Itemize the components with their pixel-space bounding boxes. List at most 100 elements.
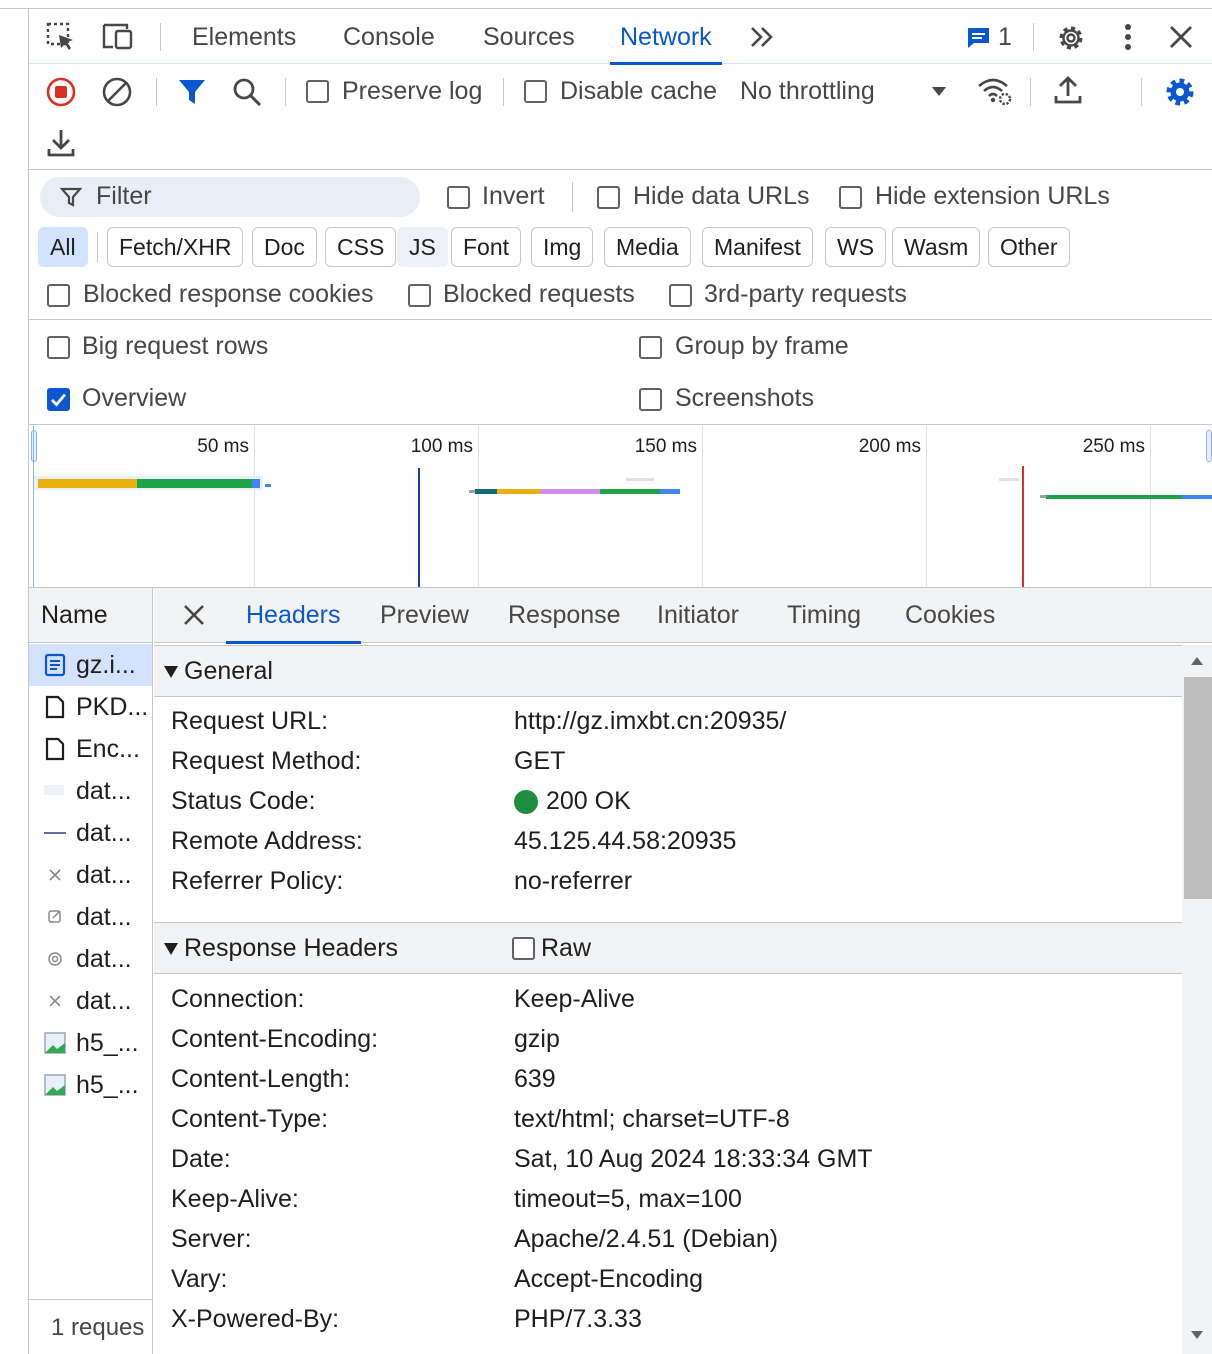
type-filter-css[interactable]: CSS bbox=[325, 227, 397, 267]
group-by-frame-label[interactable]: Group by frame bbox=[675, 332, 849, 361]
search-icon[interactable] bbox=[231, 76, 263, 108]
type-filter-doc[interactable]: Doc bbox=[252, 227, 317, 267]
type-filter-ws[interactable]: WS bbox=[825, 227, 887, 267]
name-column-header[interactable]: Name bbox=[29, 588, 152, 643]
tab-network[interactable]: Network bbox=[610, 9, 722, 65]
overview-label[interactable]: Overview bbox=[82, 384, 186, 413]
preserve-log-checkbox[interactable] bbox=[306, 80, 329, 103]
filter-input[interactable]: Filter bbox=[40, 177, 420, 217]
type-filter-fetch-xhr[interactable]: Fetch/XHR bbox=[107, 227, 244, 267]
hide-extension-urls-label[interactable]: Hide extension URLs bbox=[875, 182, 1110, 211]
device-toolbar-icon[interactable] bbox=[101, 21, 135, 53]
type-filter-font[interactable]: Font bbox=[451, 227, 522, 267]
blocked-requests-checkbox[interactable] bbox=[408, 284, 431, 307]
scroll-up-arrow-icon[interactable] bbox=[1190, 655, 1204, 667]
screenshots-checkbox[interactable] bbox=[639, 388, 662, 411]
tab-timing[interactable]: Timing bbox=[767, 588, 881, 643]
tab-headers[interactable]: Headers bbox=[226, 588, 361, 644]
type-filter-wasm[interactable]: Wasm bbox=[892, 227, 981, 267]
more-tabs-icon[interactable] bbox=[747, 22, 777, 52]
type-filter-img[interactable]: Img bbox=[531, 227, 594, 267]
issues-icon[interactable] bbox=[965, 25, 993, 51]
separator bbox=[1033, 23, 1034, 51]
type-filter-other[interactable]: Other bbox=[988, 227, 1070, 267]
scroll-down-arrow-icon[interactable] bbox=[1190, 1329, 1204, 1341]
request-row[interactable]: dat... bbox=[29, 938, 152, 980]
overview-request-bar bbox=[137, 479, 252, 488]
tab-sources[interactable]: Sources bbox=[473, 9, 585, 64]
request-row[interactable]: dat... bbox=[29, 896, 152, 938]
third-party-requests-label[interactable]: 3rd-party requests bbox=[704, 280, 907, 309]
overview-request-bar bbox=[660, 489, 680, 494]
type-filter-media[interactable]: Media bbox=[604, 227, 691, 267]
response-headers-section-header[interactable]: Response Headers bbox=[154, 922, 1182, 974]
hide-data-urls-checkbox[interactable] bbox=[597, 186, 620, 209]
disable-cache-checkbox[interactable] bbox=[524, 80, 547, 103]
record-stop-icon[interactable] bbox=[45, 76, 77, 108]
separator bbox=[503, 78, 504, 106]
blocked-response-cookies-checkbox[interactable] bbox=[47, 284, 70, 307]
overview-tick-label: 50 ms bbox=[197, 436, 249, 457]
throttling-select[interactable]: No throttling bbox=[740, 77, 875, 106]
request-row[interactable]: dat... bbox=[29, 770, 152, 812]
overview-timeline[interactable]: 50 ms 100 ms 150 ms 200 ms 250 ms bbox=[29, 426, 1212, 588]
settings-gear-icon[interactable] bbox=[1054, 21, 1088, 55]
third-party-requests-checkbox[interactable] bbox=[669, 284, 692, 307]
request-row[interactable]: h5_... bbox=[29, 1022, 152, 1064]
request-row[interactable]: dat... bbox=[29, 980, 152, 1022]
request-row[interactable]: h5_... bbox=[29, 1064, 152, 1106]
tab-initiator[interactable]: Initiator bbox=[637, 588, 759, 643]
response-headers-title: Response Headers bbox=[184, 934, 399, 962]
image-file-icon bbox=[44, 1074, 66, 1096]
filter-funnel-icon[interactable] bbox=[176, 76, 208, 108]
tab-preview[interactable]: Preview bbox=[360, 588, 489, 643]
disable-cache-label[interactable]: Disable cache bbox=[560, 77, 717, 106]
tab-elements[interactable]: Elements bbox=[182, 9, 306, 64]
network-settings-icon[interactable] bbox=[1163, 75, 1197, 109]
scrollbar-thumb[interactable] bbox=[1184, 677, 1212, 899]
chevron-down-icon[interactable] bbox=[930, 82, 948, 100]
request-row[interactable]: Enc... bbox=[29, 728, 152, 770]
type-filter-all[interactable]: All bbox=[38, 227, 88, 267]
overview-right-handle[interactable] bbox=[1206, 430, 1212, 462]
issues-count[interactable]: 1 bbox=[998, 23, 1012, 52]
more-options-icon[interactable] bbox=[1116, 21, 1140, 53]
request-row[interactable]: dat... bbox=[29, 812, 152, 854]
import-har-icon[interactable] bbox=[1053, 74, 1083, 106]
invert-label[interactable]: Invert bbox=[482, 182, 545, 211]
type-filter-manifest[interactable]: Manifest bbox=[702, 227, 813, 267]
export-har-icon[interactable] bbox=[46, 127, 76, 159]
raw-label[interactable]: Raw bbox=[541, 934, 591, 963]
request-row[interactable]: PKD... bbox=[29, 686, 152, 728]
preserve-log-label[interactable]: Preserve log bbox=[342, 77, 482, 106]
blocked-response-cookies-label[interactable]: Blocked response cookies bbox=[83, 280, 373, 309]
blocked-requests-label[interactable]: Blocked requests bbox=[443, 280, 635, 309]
request-row[interactable]: gz.i... bbox=[29, 644, 152, 686]
inspect-element-icon[interactable] bbox=[45, 21, 77, 53]
overview-tick-label: 200 ms bbox=[858, 436, 921, 457]
header-value: 45.125.44.58:20935 bbox=[514, 827, 737, 855]
overview-checkbox[interactable] bbox=[47, 388, 70, 411]
invert-checkbox[interactable] bbox=[447, 186, 470, 209]
tab-response[interactable]: Response bbox=[488, 588, 641, 643]
hide-data-urls-label[interactable]: Hide data URLs bbox=[633, 182, 809, 211]
clear-log-icon[interactable] bbox=[101, 76, 133, 108]
headers-scrollbar[interactable] bbox=[1182, 645, 1212, 1354]
close-detail-icon[interactable] bbox=[180, 601, 208, 629]
network-conditions-icon[interactable] bbox=[976, 75, 1012, 107]
request-row[interactable]: dat... bbox=[29, 854, 152, 896]
header-value: Sat, 10 Aug 2024 18:33:34 GMT bbox=[514, 1145, 873, 1173]
big-request-rows-checkbox[interactable] bbox=[47, 336, 70, 359]
tab-cookies[interactable]: Cookies bbox=[885, 588, 1015, 643]
big-request-rows-label[interactable]: Big request rows bbox=[82, 332, 268, 361]
close-devtools-icon[interactable] bbox=[1166, 22, 1196, 52]
group-by-frame-checkbox[interactable] bbox=[639, 336, 662, 359]
type-filter-js[interactable]: JS bbox=[397, 227, 448, 267]
overview-left-handle[interactable] bbox=[31, 430, 37, 462]
general-section-header[interactable]: General bbox=[154, 645, 1182, 697]
hide-extension-urls-checkbox[interactable] bbox=[839, 186, 862, 209]
separator bbox=[285, 78, 286, 106]
raw-checkbox[interactable] bbox=[512, 937, 535, 960]
tab-console[interactable]: Console bbox=[333, 9, 445, 64]
screenshots-label[interactable]: Screenshots bbox=[675, 384, 814, 413]
